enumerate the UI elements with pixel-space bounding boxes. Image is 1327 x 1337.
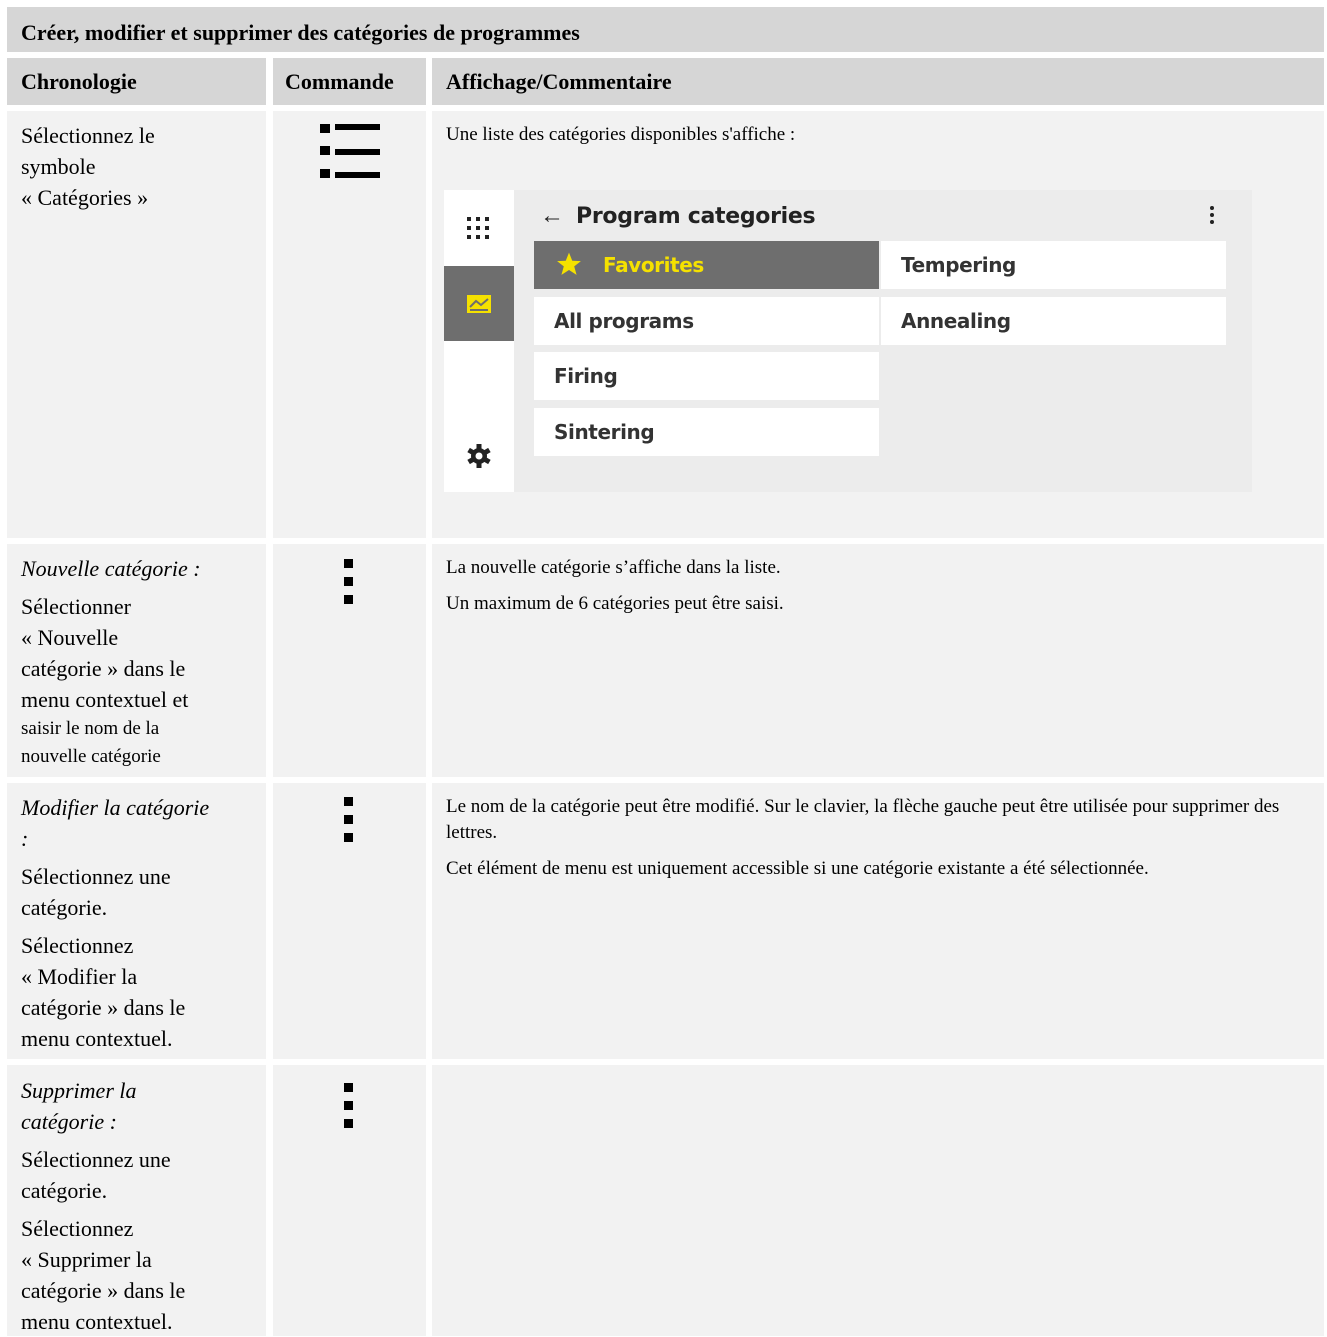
kebab-menu-icon xyxy=(344,797,354,857)
rail-item-programs[interactable] xyxy=(444,266,514,341)
category-tempering[interactable]: Tempering xyxy=(881,241,1226,289)
row3-line: menu contextuel. xyxy=(21,1026,173,1051)
row3-comment-line: Cet élément de menu est uniquement acces… xyxy=(446,858,1149,879)
row1-comment-line: Une liste des catégories disponibles s'a… xyxy=(446,124,796,145)
header-chronologie: Chronologie xyxy=(7,58,266,105)
row4-line: catégorie. xyxy=(21,1178,108,1203)
row4-line: « Supprimer la xyxy=(21,1247,152,1272)
row3-comment-line: Le nom de la catégorie peut être modifié… xyxy=(446,796,1280,843)
row2-comment-line: La nouvelle catégorie s’affiche dans la … xyxy=(446,557,781,578)
kebab-menu-icon xyxy=(344,559,354,619)
category-firing[interactable]: Firing xyxy=(534,352,879,400)
row2-line: saisir le nom de la xyxy=(21,718,160,739)
row4-line: Sélectionnez xyxy=(21,1216,134,1241)
category-sintering[interactable]: Sintering xyxy=(534,408,879,456)
apps-grid-icon[interactable] xyxy=(466,216,492,242)
program-categories-screen: ← Program categories Favorites All progr… xyxy=(444,190,1252,492)
category-label: All programs xyxy=(554,309,694,333)
star-icon xyxy=(557,252,581,275)
row3-chron-text: Modifier la catégorie : Sélectionnez une… xyxy=(21,792,261,1054)
row2-line: « Nouvelle xyxy=(21,625,119,650)
row1-line: symbole xyxy=(21,154,96,179)
row4-line: Sélectionnez une xyxy=(21,1147,171,1172)
row2-heading: Nouvelle catégorie : xyxy=(21,556,201,581)
row1-line: Sélectionnez le xyxy=(21,123,155,148)
header-affichage: Affichage/Commentaire xyxy=(432,58,1324,105)
category-label: Tempering xyxy=(901,253,1016,277)
row3-line: Sélectionnez xyxy=(21,933,134,958)
category-label: Sintering xyxy=(554,420,655,444)
category-all-programs[interactable]: All programs xyxy=(534,297,879,345)
more-menu-icon[interactable] xyxy=(1210,206,1215,227)
gear-icon[interactable] xyxy=(466,443,492,469)
row4-line: catégorie » dans le xyxy=(21,1278,186,1303)
category-favorites[interactable]: Favorites xyxy=(534,241,879,289)
category-label: Favorites xyxy=(603,253,704,277)
row2-line: Sélectionner xyxy=(21,594,131,619)
table-title: Créer, modifier et supprimer des catégor… xyxy=(7,7,1324,52)
category-label: Annealing xyxy=(901,309,1011,333)
header-commande: Commande xyxy=(273,58,426,105)
kebab-menu-icon xyxy=(344,1083,354,1143)
list-icon xyxy=(320,124,380,178)
row2-line: catégorie » dans le xyxy=(21,656,186,681)
row2-chron-text: Nouvelle catégorie : Sélectionner « Nouv… xyxy=(21,553,261,771)
row3-line: catégorie. xyxy=(21,895,108,920)
row1-comment: Une liste des catégories disponibles s'a… xyxy=(446,122,1306,158)
category-label: Firing xyxy=(554,364,618,388)
row1-line: « Catégories » xyxy=(21,185,149,210)
screen-title: Program categories xyxy=(576,204,816,229)
row3-line: « Modifier la xyxy=(21,964,138,989)
row3-heading: : xyxy=(21,826,29,851)
row4-line: menu contextuel. xyxy=(21,1309,173,1334)
row3-comment: Le nom de la catégorie peut être modifié… xyxy=(446,794,1316,892)
category-annealing[interactable]: Annealing xyxy=(881,297,1226,345)
row3-heading: Modifier la catégorie xyxy=(21,795,210,820)
row3-line: Sélectionnez une xyxy=(21,864,171,889)
row4-chron-text: Supprimer la catégorie : Sélectionnez un… xyxy=(21,1075,261,1337)
row2-line: nouvelle catégorie xyxy=(21,746,161,767)
row3-line: catégorie » dans le xyxy=(21,995,186,1020)
arrow-left-icon[interactable]: ← xyxy=(540,202,564,230)
row2-comment-line: Un maximum de 6 catégories peut être sai… xyxy=(446,593,784,614)
row4-comment-cell xyxy=(432,1065,1324,1336)
row4-heading: Supprimer la xyxy=(21,1078,137,1103)
row2-line: menu contextuel et xyxy=(21,687,189,712)
row4-heading: catégorie : xyxy=(21,1109,117,1134)
row2-comment: La nouvelle catégorie s’affiche dans la … xyxy=(446,555,1316,627)
row1-chron-text: Sélectionnez le symbole « Catégories » xyxy=(21,120,261,213)
chart-icon xyxy=(467,295,491,313)
